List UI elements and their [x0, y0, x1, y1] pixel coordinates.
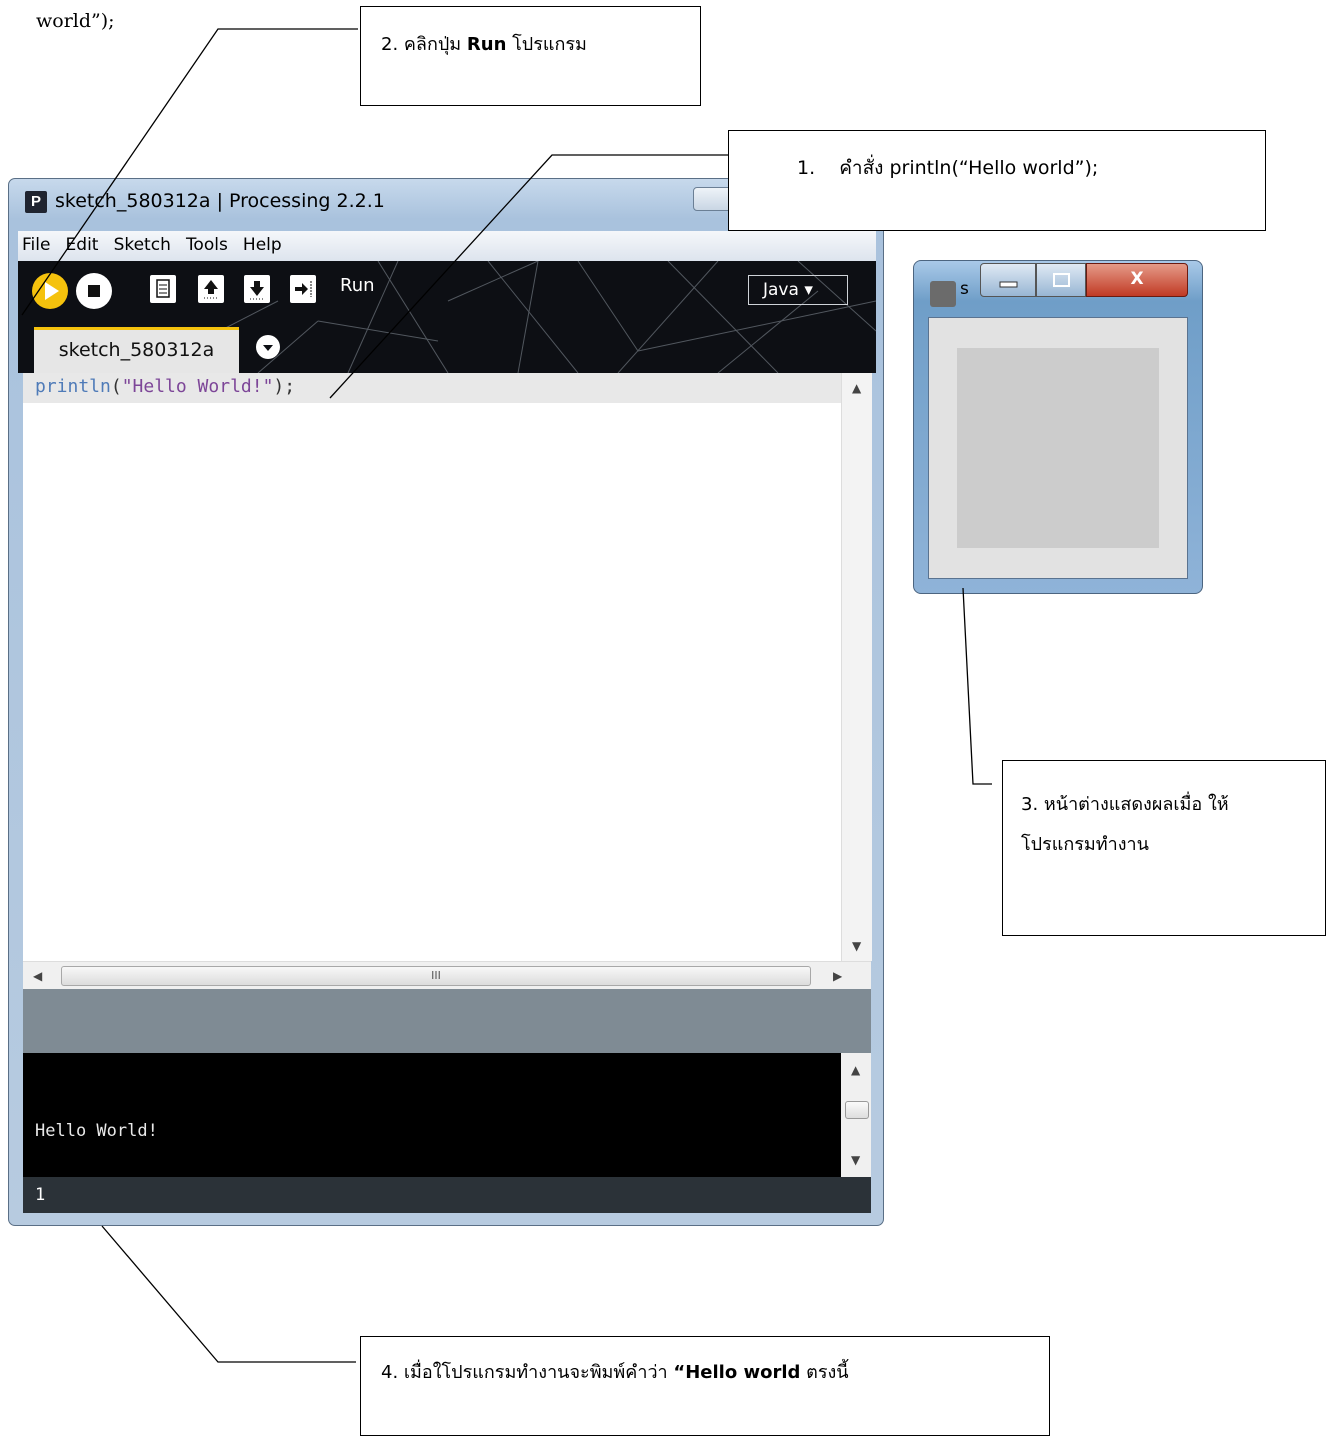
callout-step-3: 3. หน้าต่างแสดงผลเมื่อ ให้ โปรแกรมทำงาน: [1002, 760, 1326, 936]
scroll-down-icon[interactable]: ▼: [852, 939, 861, 953]
callout-step-3-line-2: โปรแกรมทำงาน: [1021, 834, 1149, 855]
leader-line-console: [101, 1225, 356, 1363]
menu-file[interactable]: File: [22, 231, 50, 255]
console-output: Hello World!: [35, 1121, 158, 1141]
chevron-down-icon: [263, 345, 273, 351]
processing-app-icon: P: [25, 191, 47, 213]
callout-step-4-prefix: 4. เมื่อใโปรแกรมทำงานจะพิมพ์คำว่า: [381, 1362, 674, 1383]
sketch-window-controls: X: [980, 263, 1190, 297]
export-button[interactable]: [290, 275, 316, 303]
callout-step-2: 2. คลิกปุ่ม Run โปรแกรม: [360, 6, 701, 106]
menu-bar: File Edit Sketch Tools Help: [18, 231, 876, 261]
callout-step-2-bold: Run: [466, 34, 507, 55]
console-scrollbar[interactable]: ▲ ▼: [841, 1053, 871, 1177]
sketch-client-area: [928, 317, 1188, 579]
scroll-up-icon[interactable]: ▲: [852, 381, 861, 395]
mode-selector[interactable]: Java ▾: [748, 275, 848, 305]
toolbar-hover-label: Run: [340, 275, 375, 296]
callout-step-3-line-1: 3. หน้าต่างแสดงผลเมื่อ ให้: [1021, 794, 1229, 815]
editor-horizontal-scrollbar[interactable]: ◀ III ▶: [23, 961, 871, 990]
line-number: 1: [35, 1185, 46, 1205]
processing-window: P sketch_580312a | Processing 2.2.1 File…: [8, 178, 884, 1226]
minimize-icon: [999, 281, 1018, 288]
menu-tools[interactable]: Tools: [186, 231, 228, 255]
console-scroll-down-icon[interactable]: ▼: [851, 1153, 860, 1167]
leader-line-window: [962, 587, 992, 785]
save-icon: [250, 281, 264, 300]
code-string: "Hello World!": [121, 376, 274, 397]
minimize-button[interactable]: [980, 263, 1036, 297]
callout-step-1: 1. คำสั่ง println(“Hello world”);: [728, 130, 1266, 231]
callout-step-1-text: คำสั่ง println(“Hello world”);: [839, 157, 1099, 179]
callout-step-4-bold: “Hello world: [673, 1362, 801, 1383]
callout-step-2-prefix: 2. คลิกปุ่ม: [381, 34, 467, 55]
code-paren: (: [110, 376, 122, 397]
open-button[interactable]: [198, 275, 224, 303]
maximize-button[interactable]: [1036, 263, 1086, 297]
editor-vertical-scrollbar[interactable]: ▲ ▼: [841, 373, 872, 961]
save-button[interactable]: [244, 275, 270, 303]
code-line-1[interactable]: println("Hello World!");: [23, 373, 841, 403]
console-scroll-thumb[interactable]: [845, 1101, 869, 1119]
menu-sketch[interactable]: Sketch: [114, 231, 171, 255]
new-button[interactable]: [150, 275, 176, 303]
export-icon: [295, 281, 312, 297]
menu-edit[interactable]: Edit: [66, 231, 99, 255]
callout-step-4-suffix: ตรงนี้: [800, 1362, 849, 1383]
sketch-canvas: [957, 348, 1159, 548]
caption-fragment: world”);: [36, 10, 115, 32]
console: Hello World!: [23, 1053, 841, 1177]
scroll-left-icon[interactable]: ◀: [33, 969, 42, 983]
stop-button[interactable]: [76, 273, 112, 309]
run-icon: [45, 282, 59, 300]
stop-icon: [88, 285, 100, 297]
message-area: [23, 989, 871, 1053]
callout-step-2-suffix: โปรแกรม: [506, 34, 587, 55]
open-icon: [204, 280, 218, 299]
code-editor[interactable]: println("Hello World!");: [23, 373, 841, 961]
java-app-icon: [930, 281, 956, 307]
scroll-grip: III: [431, 969, 441, 982]
window-title: sketch_580312a | Processing 2.2.1: [55, 190, 385, 212]
maximize-icon: [1053, 273, 1070, 287]
run-button[interactable]: [32, 273, 68, 309]
horizontal-scroll-thumb[interactable]: III: [61, 966, 811, 986]
code-function: println: [35, 376, 111, 397]
scroll-right-icon[interactable]: ▶: [833, 969, 842, 983]
toolbar: Run Java ▾ sketch_580312a: [18, 261, 876, 373]
code-end: );: [273, 376, 296, 397]
new-file-icon: [156, 279, 170, 298]
sketch-window-title: s: [960, 279, 969, 299]
status-bar: 1: [23, 1177, 871, 1213]
close-button[interactable]: X: [1086, 263, 1188, 297]
callout-step-1-number: 1.: [797, 157, 816, 179]
console-scroll-up-icon[interactable]: ▲: [851, 1063, 860, 1077]
sketch-output-window: s X: [913, 260, 1203, 594]
tab-sketch-580312a[interactable]: sketch_580312a: [34, 327, 239, 373]
callout-step-4: 4. เมื่อใโปรแกรมทำงานจะพิมพ์คำว่า “Hello…: [360, 1336, 1050, 1436]
menu-help[interactable]: Help: [243, 231, 282, 255]
tab-menu-button[interactable]: [256, 335, 280, 359]
